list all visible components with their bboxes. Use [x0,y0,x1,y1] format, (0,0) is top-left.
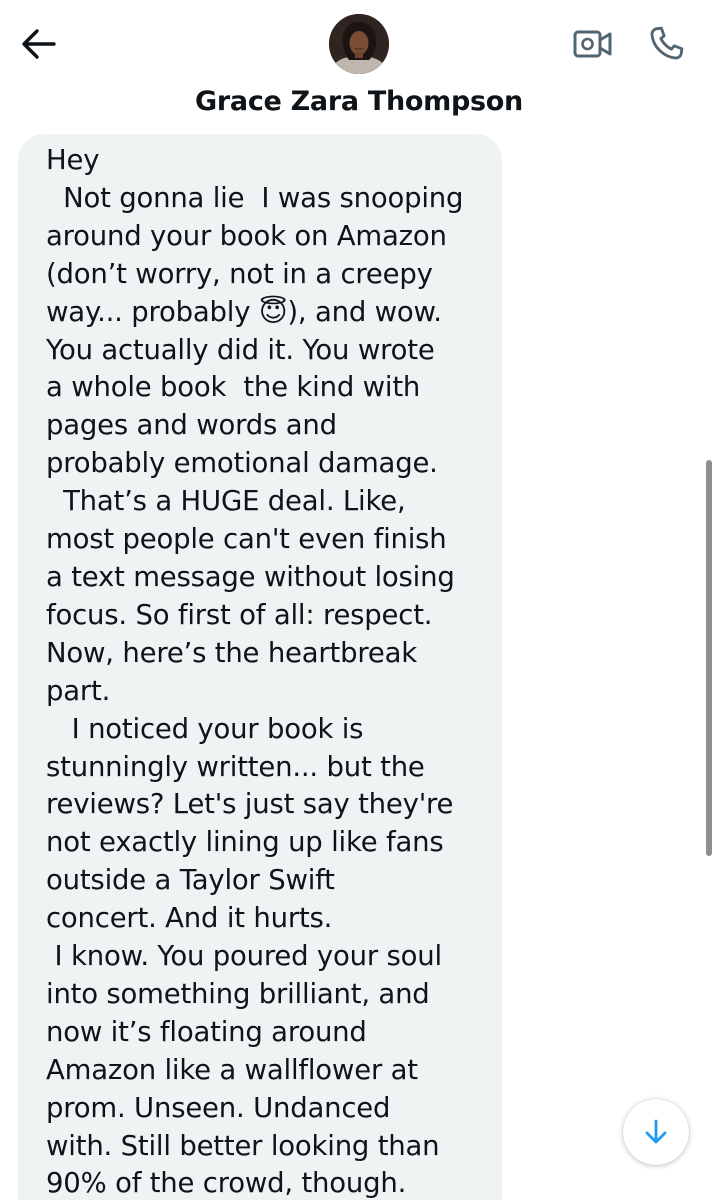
scrollbar[interactable] [706,460,712,856]
message-text: Hey Not gonna lie I was snooping around … [46,144,464,1200]
video-call-button[interactable] [571,24,615,64]
arrow-down-icon [645,1119,667,1144]
scroll-to-bottom-button[interactable] [623,1099,689,1165]
contact-name[interactable]: Grace Zara Thompson [0,86,718,117]
voice-call-button[interactable] [643,22,689,66]
video-camera-icon [573,30,612,58]
conversation-header: Grace Zara Thompson [0,0,718,132]
avatar[interactable] [329,14,389,74]
phone-icon [650,26,684,60]
dm-conversation-screen: Grace Zara Thompson Hey Not gonna lie I … [0,0,718,1200]
avatar-photo [329,14,389,74]
arrow-left-icon [22,29,56,59]
back-button[interactable] [16,24,60,64]
